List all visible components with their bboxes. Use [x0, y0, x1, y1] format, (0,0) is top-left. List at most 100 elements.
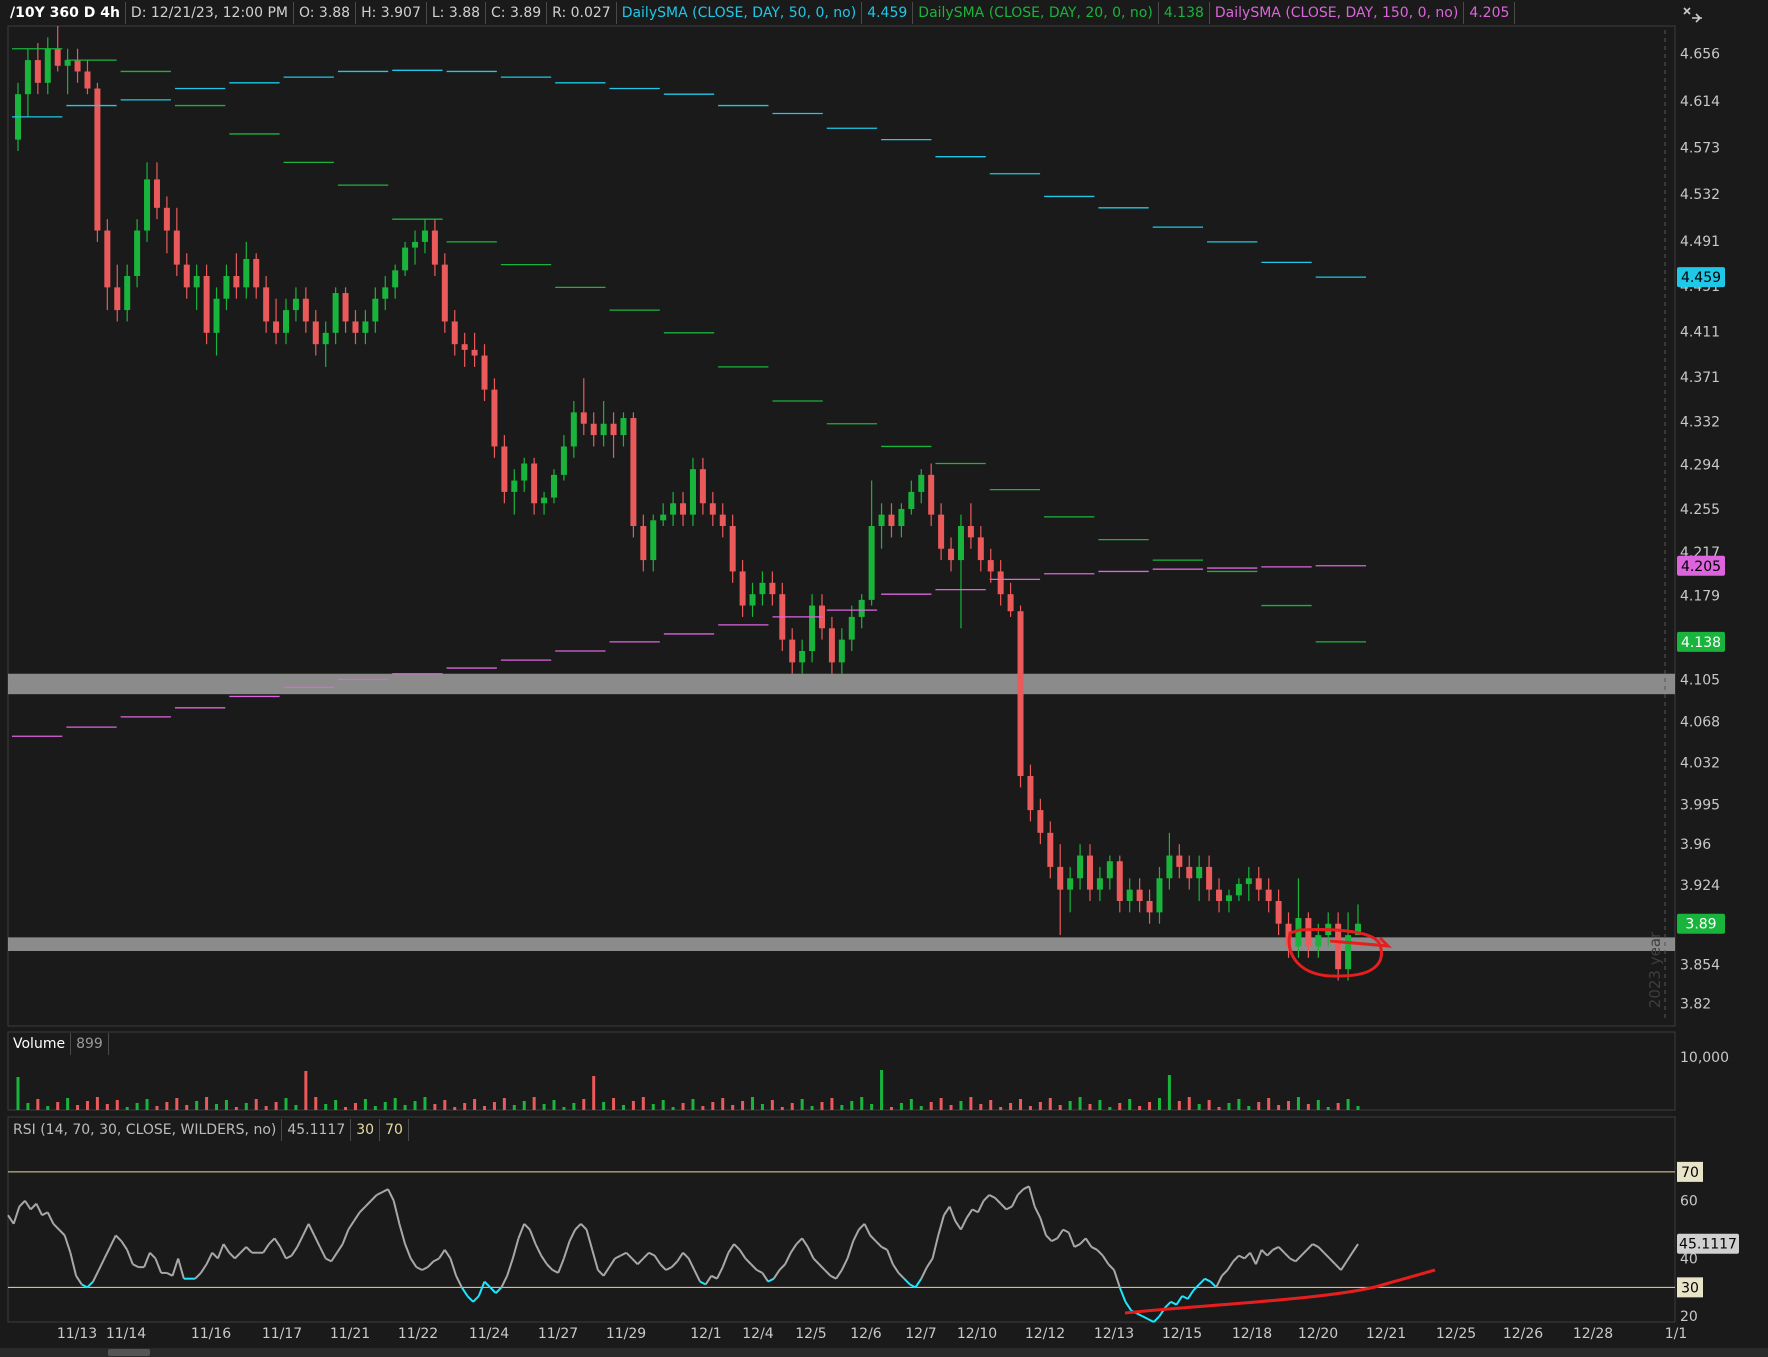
candle-body — [759, 582, 766, 595]
candle-body — [134, 230, 141, 276]
x-tick-label: 12/10 — [957, 1326, 997, 1342]
rsi-line-segment — [1124, 1301, 1132, 1311]
volume-bar — [731, 1105, 735, 1110]
rsi-line-segment — [1096, 1249, 1104, 1257]
symbol-label[interactable]: /10Y 360 D 4h — [8, 2, 126, 24]
price-tick-label: 4.573 — [1680, 141, 1720, 157]
rsi-line-segment — [313, 1234, 321, 1248]
rsi-line-segment — [727, 1243, 735, 1254]
rsi-line-segment — [1277, 1246, 1285, 1254]
candle — [640, 514, 647, 572]
rsi-line-segment — [1249, 1252, 1257, 1265]
rsi-line-segment — [69, 1252, 78, 1277]
rsi-line-segment — [687, 1258, 696, 1271]
candle-body — [1017, 611, 1024, 776]
candle-body — [868, 526, 875, 600]
candle — [1265, 878, 1272, 913]
candle-body — [1106, 861, 1113, 879]
sma150-study-label[interactable]: DailySMA (CLOSE, DAY, 150, 0, no) — [1210, 2, 1465, 24]
candle — [541, 491, 548, 515]
volume-bar — [175, 1098, 179, 1110]
support-zone-1 — [8, 937, 1675, 951]
volume-bar — [433, 1104, 437, 1110]
x-tick-label: 11/17 — [262, 1326, 302, 1342]
rsi-line-segment — [948, 1206, 957, 1222]
rsi-line-segment — [591, 1249, 599, 1271]
rsi-line-segment — [1051, 1237, 1058, 1243]
rsi-line-segment — [421, 1266, 429, 1271]
sma50-study-label[interactable]: DailySMA (CLOSE, DAY, 50, 0, no) — [617, 2, 863, 24]
volume-bar — [889, 1107, 893, 1110]
volume-bar — [1187, 1097, 1191, 1110]
candle-body — [1255, 878, 1262, 890]
volume-bar — [711, 1102, 715, 1110]
x-tick-label: 11/14 — [106, 1326, 146, 1342]
candle-body — [451, 321, 458, 345]
rsi-line-segment — [483, 1280, 491, 1289]
scrollbar-thumb[interactable] — [108, 1349, 150, 1356]
candle-body — [511, 480, 518, 492]
rsi-line-segment — [75, 1275, 83, 1286]
candle — [759, 571, 766, 606]
candle — [24, 48, 31, 117]
rsi-line-segment — [1312, 1243, 1319, 1248]
rsi-header: RSI (14, 70, 30, CLOSE, WILDERS, no) 45.… — [8, 1119, 409, 1141]
candle-body — [987, 560, 994, 572]
price-tick-label: 4.411 — [1680, 325, 1720, 341]
candle — [1047, 821, 1054, 879]
rsi-line-segment — [325, 1257, 332, 1263]
rsi-line-segment — [767, 1277, 775, 1283]
volume-bar — [512, 1105, 516, 1110]
x-tick-label: 12/5 — [795, 1326, 826, 1342]
candle-body — [1245, 878, 1252, 884]
rsi-line-segment — [1209, 1280, 1217, 1289]
candle — [888, 503, 895, 538]
volume-bar — [582, 1099, 586, 1110]
candle — [1037, 798, 1044, 845]
volume-bar — [949, 1105, 953, 1110]
candle-body — [948, 548, 955, 561]
candle — [144, 162, 151, 242]
volume-bar — [1157, 1098, 1161, 1110]
candle-body — [213, 298, 220, 333]
candle — [610, 412, 617, 458]
volume-bar — [125, 1107, 129, 1110]
rsi-line-segment — [988, 1194, 996, 1199]
high-value: H: 3.907 — [356, 2, 427, 24]
candle-body — [977, 537, 984, 561]
volume-bar — [1038, 1102, 1042, 1110]
price-chart-header: /10Y 360 D 4h D: 12/21/23, 12:00 PM O: 3… — [8, 2, 1516, 24]
price-tick-label: 4.179 — [1680, 588, 1720, 604]
rsi-line-segment — [336, 1243, 344, 1254]
rsi-line-segment — [863, 1223, 872, 1236]
rsi-study-label[interactable]: RSI (14, 70, 30, CLOSE, WILDERS, no) — [8, 1119, 283, 1141]
price-badge-label: 4.138 — [1681, 635, 1721, 651]
volume-bar — [870, 1104, 874, 1110]
candle-body — [560, 446, 567, 475]
sma20-study-label[interactable]: DailySMA (CLOSE, DAY, 20, 0, no) — [913, 2, 1159, 24]
volume-bar — [224, 1100, 228, 1110]
rsi-line-segment — [574, 1223, 582, 1231]
volume-panel — [7, 1031, 1676, 1111]
candle — [183, 253, 190, 299]
candle — [312, 310, 319, 356]
rsi-line-segment — [585, 1229, 594, 1251]
volume-bar — [1346, 1099, 1350, 1110]
candle-body — [908, 491, 915, 509]
rsi-line-segment — [427, 1260, 435, 1268]
volume-bar — [751, 1097, 755, 1110]
crosshair-off-icon[interactable] — [1682, 4, 1704, 26]
volume-bar — [155, 1106, 159, 1110]
candle-body — [1275, 901, 1282, 924]
rsi-line-segment — [721, 1252, 730, 1268]
chart-canvas[interactable]: 4.6564.6144.5734.5324.4914.4514.4114.371… — [0, 0, 1768, 1357]
candle-body — [670, 503, 677, 515]
volume-label[interactable]: Volume — [8, 1033, 72, 1055]
candle-body — [650, 520, 657, 561]
rsi-line-segment — [392, 1200, 401, 1225]
candle-body — [809, 605, 816, 651]
candle — [392, 264, 399, 299]
x-tick-label: 1/1 — [1665, 1326, 1688, 1342]
volume-bar — [542, 1104, 546, 1110]
candle — [1096, 866, 1103, 901]
